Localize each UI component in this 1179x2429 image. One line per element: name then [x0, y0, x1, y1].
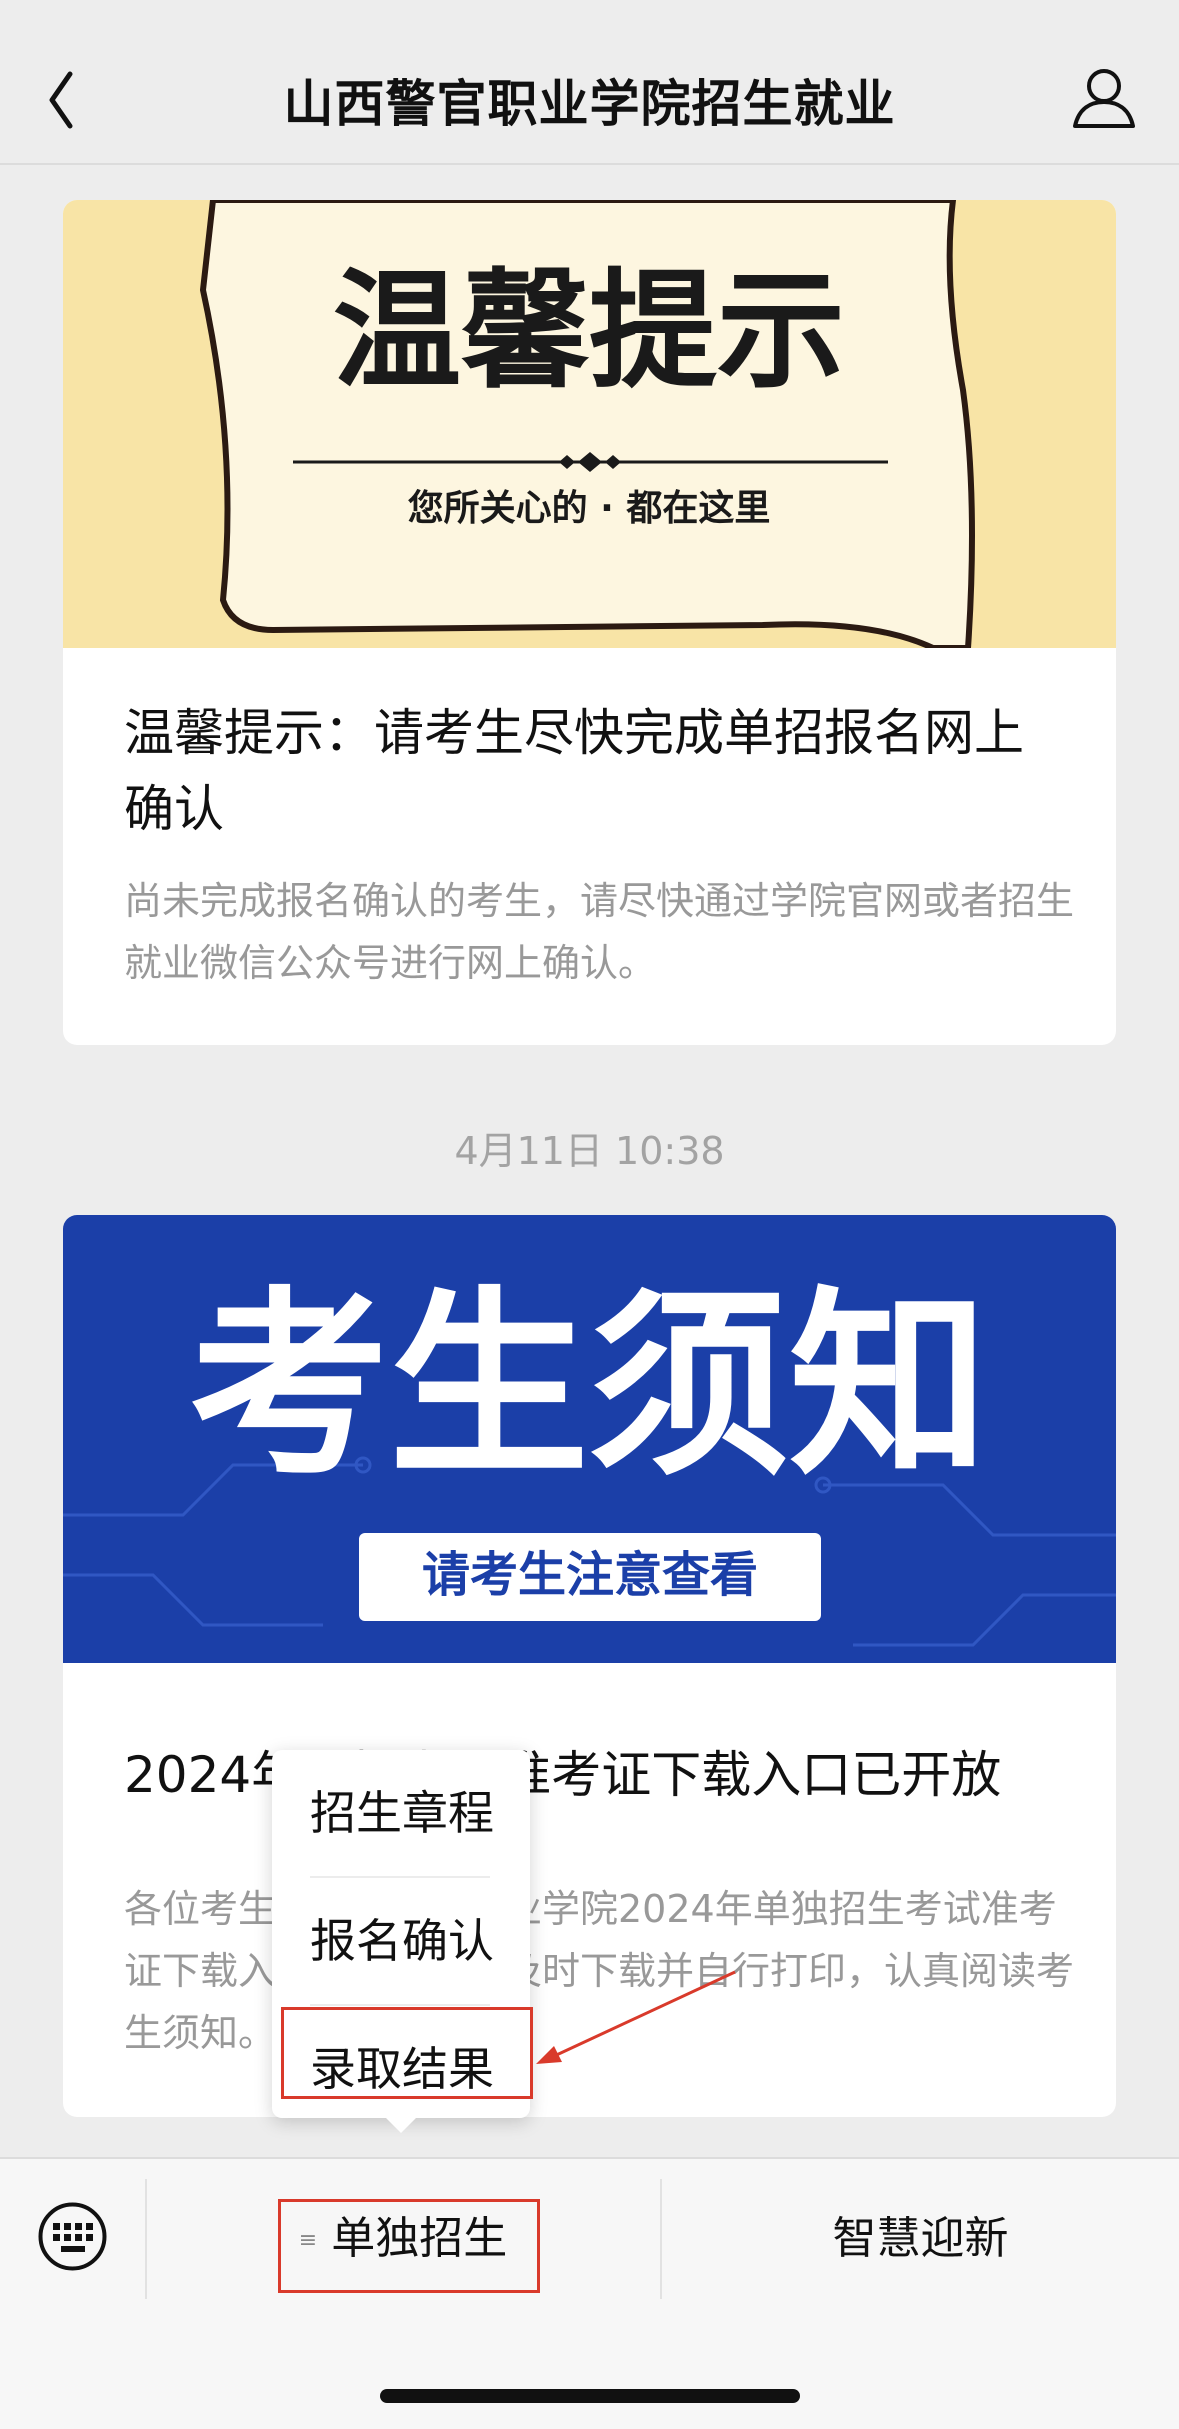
article-title[interactable]: 温馨提示：请考生尽快完成单招报名网上确认	[124, 695, 1064, 847]
submenu-item-admission-rules[interactable]: 招生章程	[310, 1750, 494, 1878]
cover-subline: 您所关心的 · 都在这里	[408, 488, 771, 529]
submenu-pointer	[385, 2117, 417, 2133]
page-title: 山西警官职业学院招生就业	[283, 75, 896, 133]
cover-headline: 考生须知	[189, 1268, 989, 1503]
user-profile-icon[interactable]	[1069, 62, 1139, 132]
app-header: 山西警官职业学院招生就业	[0, 0, 1179, 165]
article-title[interactable]: 2024年单招考试准考证下载入口已开放	[124, 1737, 1064, 1813]
menu-tab-label: 智慧迎新	[832, 2213, 1009, 2264]
article-card[interactable]: 温馨提示 您所关心的 · 都在这里 温馨提示：请考生尽快完成单招报名网上确认 尚…	[63, 200, 1116, 1045]
bottom-menu-bar: ≡ 单独招生 智慧迎新	[0, 2157, 1179, 2429]
article-description: 尚未完成报名确认的考生，请尽快通过学院官网或者招生就业微信公众号进行网上确认。	[124, 879, 1075, 985]
menu-tab-smart-welcome[interactable]: 智慧迎新	[662, 2159, 1179, 2319]
keyboard-toggle-icon[interactable]	[35, 2199, 110, 2274]
submenu-item-registration-confirm[interactable]: 报名确认	[310, 1878, 494, 2006]
annotation-highlight-box	[278, 2199, 540, 2293]
home-indicator	[380, 2389, 800, 2403]
cover-headline: 温馨提示	[333, 257, 845, 406]
menu-divider	[145, 2179, 147, 2299]
annotation-arrow	[536, 1970, 736, 2064]
message-timestamp: 4月11日 10:38	[454, 1129, 725, 1173]
annotation-highlight-box	[281, 2007, 533, 2099]
article-cover-image: 考生须知 请考生注意查看	[63, 1215, 1116, 1663]
cover-subline: 请考生注意查看	[422, 1547, 758, 1603]
article-cover-image: 温馨提示 您所关心的 · 都在这里	[63, 200, 1116, 648]
